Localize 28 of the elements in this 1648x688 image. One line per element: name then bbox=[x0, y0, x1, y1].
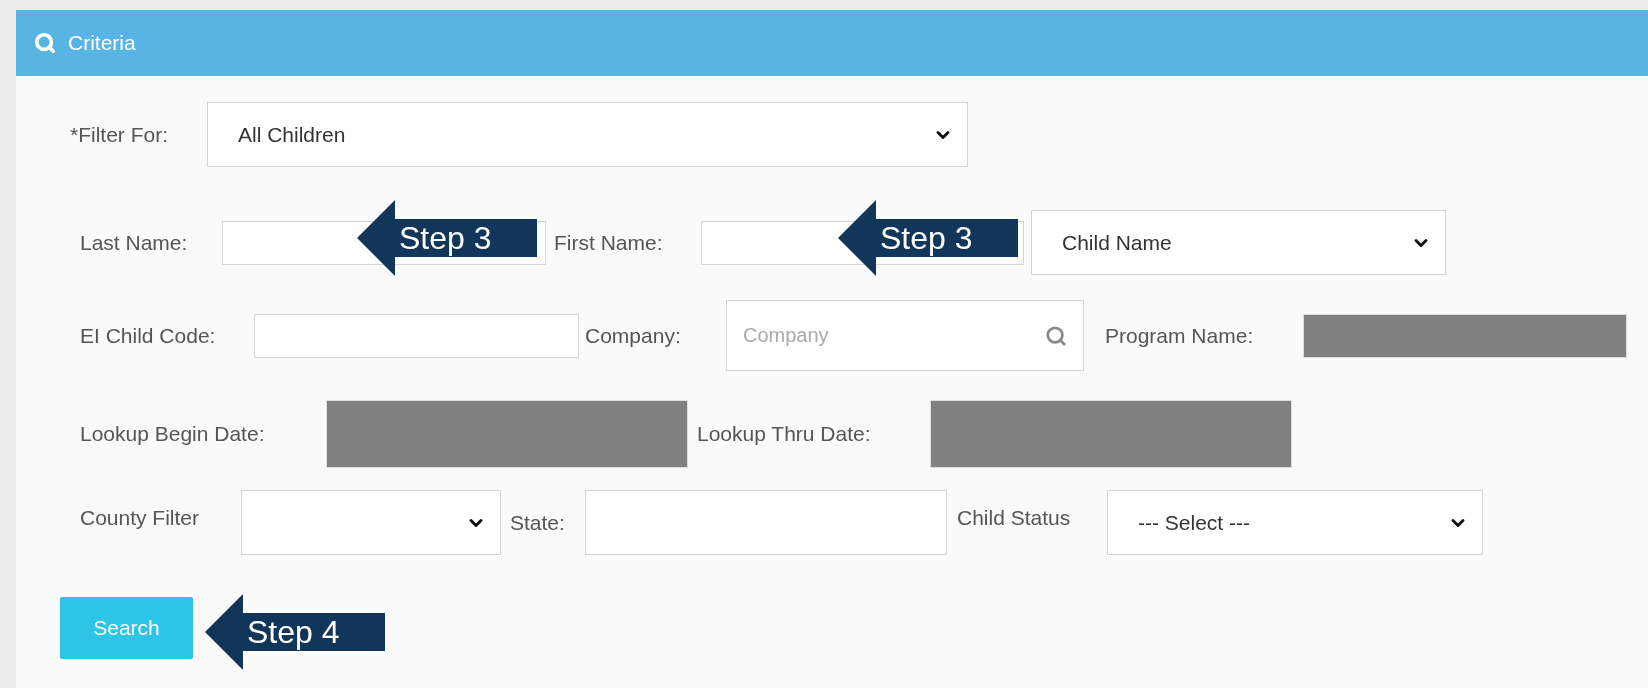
search-field[interactable]: Company bbox=[726, 300, 1084, 371]
text-input[interactable] bbox=[254, 313, 579, 358]
dropdown-value: --- Select --- bbox=[1138, 510, 1250, 535]
field-label: Program Name: bbox=[1105, 323, 1255, 348]
field-label: EI Child Code: bbox=[80, 323, 217, 348]
dropdown[interactable]: --- Select --- bbox=[1107, 490, 1483, 555]
field-label: County Filter bbox=[80, 506, 201, 530]
panel-title: Criteria bbox=[68, 31, 136, 55]
dropdown[interactable]: Child Name bbox=[1031, 210, 1446, 275]
search-icon bbox=[1045, 324, 1067, 347]
callout-label: Step 3 bbox=[399, 219, 492, 257]
company-input[interactable]: Company bbox=[741, 323, 1037, 348]
callout-label: Step 4 bbox=[247, 613, 340, 651]
field-label: Lookup Begin Date: bbox=[80, 422, 266, 446]
dropdown[interactable]: All Children bbox=[207, 102, 968, 167]
text-input[interactable] bbox=[585, 490, 947, 555]
field-label: Last Name: bbox=[80, 230, 189, 255]
dropdown[interactable] bbox=[241, 490, 501, 555]
field-label: Lookup Thru Date: bbox=[697, 422, 872, 446]
field-label: Child Status bbox=[957, 506, 1072, 530]
dropdown-value: Child Name bbox=[1062, 230, 1172, 255]
search-icon bbox=[34, 32, 56, 54]
callout-label: Step 3 bbox=[880, 219, 973, 257]
field-label: First Name: bbox=[554, 230, 664, 255]
field-label: Company: bbox=[585, 323, 682, 348]
dropdown-value: All Children bbox=[238, 122, 346, 147]
field-label: State: bbox=[510, 510, 566, 535]
field-label: *Filter For: bbox=[70, 122, 169, 147]
